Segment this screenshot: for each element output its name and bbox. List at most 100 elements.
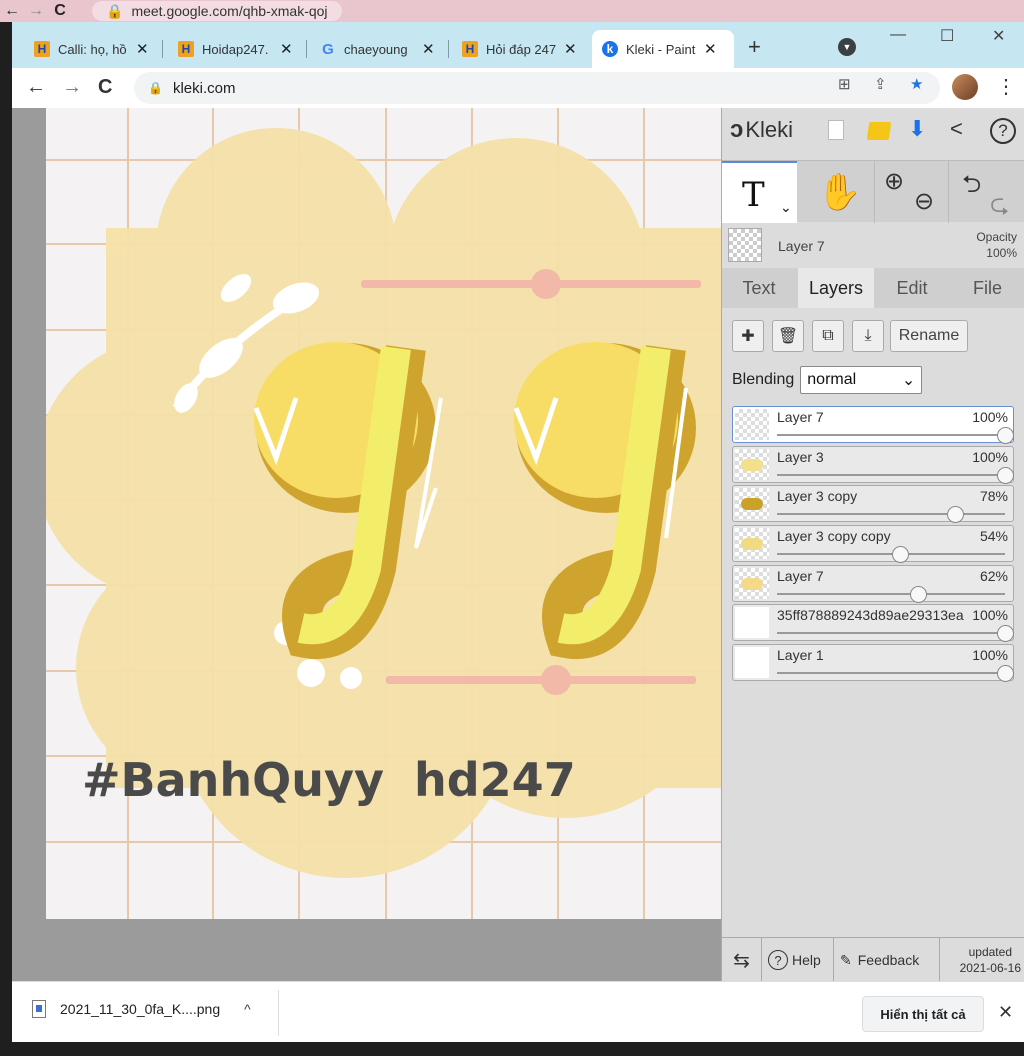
text-tool-icon: T: [742, 175, 765, 215]
opacity-slider-track[interactable]: [777, 632, 1005, 635]
google-favicon-icon: G: [322, 40, 334, 58]
share-icon[interactable]: ⇪: [874, 75, 887, 93]
current-layer-thumbnail: [728, 228, 762, 262]
layer-list: Layer 7 100% Layer 3 100% Layer 3 copy 78% Lay…: [732, 406, 1014, 684]
shelf-separator: [278, 990, 279, 1036]
layer-opacity: 78%: [979, 488, 1008, 505]
tab-search-icon[interactable]: ▼: [838, 38, 856, 56]
download-icon[interactable]: ⬇: [908, 116, 926, 142]
opacity-slider-handle[interactable]: [997, 466, 1014, 484]
tab-layers[interactable]: Layers: [798, 268, 874, 308]
opacity-slider-track[interactable]: [777, 553, 1005, 556]
opacity-slider-track[interactable]: [777, 592, 1005, 595]
chevron-down-icon[interactable]: ⌄: [780, 199, 792, 216]
zoom-in-icon[interactable]: ⊕: [884, 167, 904, 196]
back-button[interactable]: ←: [26, 76, 46, 99]
blending-select[interactable]: normal ⌄: [800, 366, 923, 394]
trash-icon: 🗑: [777, 328, 799, 345]
merge-layer-button[interactable]: ⤓: [852, 320, 884, 352]
layer-row[interactable]: Layer 7 62%: [732, 564, 1014, 603]
drawing-canvas[interactable]: #BanhQuyy hd247: [46, 108, 721, 919]
layer-row[interactable]: Layer 3 copy copy 54%: [732, 525, 1014, 564]
opacity-slider-handle[interactable]: [997, 625, 1014, 643]
layer-row[interactable]: Layer 3 copy 78%: [732, 485, 1014, 524]
tab-close-icon[interactable]: ✕: [704, 40, 717, 58]
layer-thumbnail: [735, 448, 769, 480]
tab-chaeyoung[interactable]: G chaeyoung ✕: [310, 30, 445, 68]
tab-hoidap247[interactable]: H Hoidap247. ✕: [168, 30, 303, 68]
close-shelf-icon[interactable]: ✕: [998, 1002, 1013, 1023]
outer-address-bar[interactable]: 🔒 meet.google.com/qhb-xmak-qoj: [92, 1, 342, 21]
opacity-slider-track[interactable]: [777, 434, 1005, 436]
tab-label: Hoidap247.: [202, 41, 269, 57]
close-window-button[interactable]: ✕: [992, 26, 1005, 46]
outer-window-bar: ← → C 🔒 meet.google.com/qhb-xmak-qoj: [0, 0, 1024, 22]
rename-layer-button[interactable]: Rename: [890, 320, 968, 352]
translate-icon[interactable]: ⊞: [838, 75, 851, 93]
tab-calli[interactable]: H Calli: họ, hồ ✕: [24, 30, 159, 68]
tab-hoidap-247[interactable]: H Hỏi đáp 247 ✕: [452, 30, 587, 68]
updated-date: 2021-06-16: [959, 961, 1021, 975]
outer-forward-button[interactable]: →: [24, 2, 48, 20]
add-layer-button[interactable]: ✚: [732, 320, 764, 352]
opacity-slider-track[interactable]: [777, 473, 1005, 476]
maximize-button[interactable]: ☐: [940, 26, 954, 46]
open-folder-icon[interactable]: [866, 122, 892, 140]
opacity-slider-handle[interactable]: [910, 585, 928, 603]
share-icon[interactable]: <: [950, 116, 963, 142]
address-bar[interactable]: 🔒 kleki.com: [134, 72, 940, 104]
layer-row[interactable]: Layer 1 100%: [732, 644, 1014, 683]
kleki-logo[interactable]: ↄ Kleki: [730, 116, 793, 144]
layer-row[interactable]: 35ff878889243d89ae29313ea 100%: [732, 604, 1014, 643]
browser-window: H Calli: họ, hồ ✕ H Hoidap247. ✕ G chaey…: [12, 22, 1024, 1042]
zoom-out-icon[interactable]: ⊖: [914, 187, 934, 216]
undo-icon[interactable]: ⮌: [962, 167, 981, 208]
opacity-slider-handle[interactable]: [997, 427, 1014, 444]
download-item[interactable]: 2021_11_30_0fa_K....png ^: [32, 1000, 251, 1018]
show-all-downloads-button[interactable]: Hiển thị tất cả: [862, 996, 984, 1032]
opacity-slider-handle[interactable]: [892, 546, 910, 564]
chevron-up-icon[interactable]: ^: [244, 1001, 251, 1017]
help-icon[interactable]: ?: [990, 118, 1016, 144]
profile-avatar[interactable]: [952, 74, 978, 100]
tab-label: Kleki - Paint: [626, 41, 696, 57]
hand-tool-icon[interactable]: ✋: [817, 171, 862, 213]
tool-divider: [948, 161, 949, 223]
opacity-slider-handle[interactable]: [946, 506, 964, 524]
duplicate-layer-button[interactable]: ⧉: [812, 320, 844, 352]
layer-opacity: 100%: [972, 647, 1008, 664]
tab-close-icon[interactable]: ✕: [422, 40, 435, 58]
forward-button[interactable]: →: [62, 76, 82, 99]
kleki-favicon-icon: k: [602, 41, 618, 57]
help-button[interactable]: ? Help: [762, 938, 834, 981]
delete-layer-button[interactable]: 🗑: [772, 320, 804, 352]
feedback-label: Feedback: [857, 952, 920, 968]
reload-button[interactable]: C: [98, 76, 112, 99]
swap-side-button[interactable]: ⇆: [722, 938, 762, 981]
new-image-icon[interactable]: [828, 120, 844, 140]
text-tool-button[interactable]: T ⌄: [722, 161, 797, 223]
feedback-button[interactable]: ✎ Feedback: [834, 938, 940, 981]
tab-file[interactable]: File: [950, 268, 1024, 308]
bookmark-star-icon[interactable]: ★: [910, 75, 923, 93]
opacity-value[interactable]: 100%: [986, 246, 1017, 260]
tab-text[interactable]: Text: [722, 268, 796, 308]
updated-info: updated 2021-06-16: [960, 944, 1021, 976]
opacity-slider-handle[interactable]: [997, 665, 1014, 683]
tab-close-icon[interactable]: ✕: [280, 40, 293, 58]
outer-back-button[interactable]: ←: [0, 2, 24, 20]
layer-row[interactable]: Layer 7 100%: [732, 406, 1014, 444]
tab-kleki[interactable]: k Kleki - Paint ✕: [592, 30, 734, 68]
layer-row[interactable]: Layer 3 100%: [732, 445, 1014, 484]
new-tab-button[interactable]: +: [748, 34, 761, 60]
opacity-slider-track[interactable]: [777, 672, 1005, 675]
kleki-logo-icon: ↄ: [730, 116, 744, 143]
browser-menu-icon[interactable]: ⋮: [996, 74, 1016, 99]
opacity-slider-track[interactable]: [777, 513, 1005, 516]
tab-close-icon[interactable]: ✕: [136, 40, 149, 58]
minimize-button[interactable]: —: [890, 26, 906, 44]
tab-edit[interactable]: Edit: [874, 268, 950, 308]
outer-reload-button[interactable]: C: [48, 2, 72, 20]
tab-close-icon[interactable]: ✕: [564, 40, 577, 58]
help-label: Help: [792, 952, 821, 968]
